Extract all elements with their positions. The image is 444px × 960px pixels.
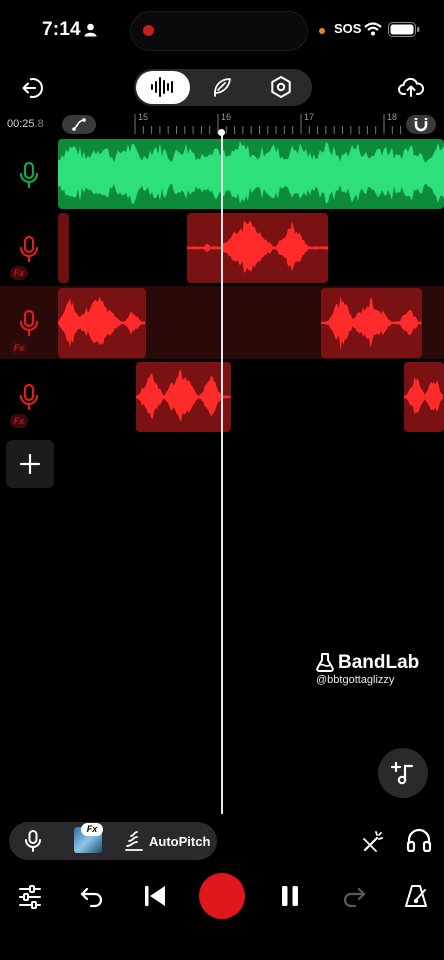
cloud-upload-icon[interactable] [398, 75, 424, 99]
headphones-icon[interactable] [406, 828, 432, 852]
autopitch-label[interactable]: AutoPitch [149, 834, 210, 849]
curve-icon [72, 118, 86, 131]
mic-icon[interactable] [19, 236, 39, 262]
audio-clip-track-4[interactable] [136, 362, 231, 432]
watermark-brand: BandLab [338, 652, 420, 673]
waveform [321, 295, 422, 351]
skip-back-icon[interactable] [143, 884, 167, 908]
waveform [58, 297, 145, 348]
audio-clip-track-2[interactable] [58, 213, 69, 283]
music-note-plus-icon [390, 761, 414, 785]
battery-icon [388, 22, 420, 37]
recording-indicator [143, 25, 154, 36]
mic-icon[interactable] [19, 310, 39, 336]
waveform-icon[interactable] [150, 76, 176, 98]
playhead-handle[interactable] [218, 129, 225, 136]
playhead[interactable] [221, 132, 223, 814]
status-time: 7:14 [42, 19, 81, 40]
audio-clip-track-3[interactable] [58, 288, 146, 358]
privacy-indicator [319, 28, 325, 34]
fx-badge[interactable]: Fx [10, 414, 28, 428]
feather-icon[interactable] [210, 75, 234, 99]
snap-toggle[interactable] [406, 115, 436, 134]
mic-icon[interactable] [19, 162, 39, 188]
undo-icon[interactable] [79, 886, 105, 908]
magic-wand-off-icon[interactable] [362, 829, 386, 853]
redo-icon[interactable] [341, 886, 367, 908]
watermark-user: @bbtgottaglizzy [316, 674, 395, 686]
autopitch-icon[interactable] [124, 830, 144, 852]
bar-label: 16 [221, 112, 232, 122]
fx-badge[interactable]: Fx [10, 341, 28, 355]
magnet-icon [414, 118, 428, 132]
automation-toggle[interactable] [62, 115, 96, 134]
bandlab-logo-icon [316, 653, 334, 672]
fx-badge: Fx [81, 823, 103, 836]
person-icon [84, 23, 97, 37]
waveform [58, 141, 444, 205]
hexagon-settings-icon[interactable] [269, 75, 293, 99]
fx-badge[interactable]: Fx [10, 266, 28, 280]
add-instrument-button[interactable] [378, 748, 428, 798]
audio-clip-track-3[interactable] [321, 288, 422, 358]
mixer-icon[interactable] [18, 884, 42, 910]
waveform [187, 220, 328, 273]
mic-icon[interactable] [24, 830, 42, 852]
bar-label: 15 [138, 112, 149, 122]
wifi-icon [364, 22, 382, 36]
plus-icon [19, 453, 41, 475]
pause-icon[interactable] [281, 885, 299, 907]
record-button[interactable] [199, 873, 245, 919]
mic-icon[interactable] [19, 384, 39, 410]
carrier-label: SOS [334, 21, 362, 36]
bar-label: 18 [387, 112, 398, 122]
bar-label: 17 [304, 112, 315, 122]
audio-clip-track-1[interactable] [58, 139, 444, 209]
audio-clip-track-2[interactable] [187, 213, 328, 283]
metronome-icon[interactable] [403, 883, 429, 909]
add-track-button[interactable] [6, 440, 54, 488]
waveform [404, 376, 443, 415]
audio-clip-track-4[interactable] [404, 362, 444, 432]
waveform [136, 369, 231, 422]
dynamic-island [130, 11, 308, 51]
timecode: 00:25.8 [7, 118, 44, 130]
timeline-ruler[interactable] [105, 112, 405, 136]
exit-icon[interactable] [21, 76, 45, 100]
